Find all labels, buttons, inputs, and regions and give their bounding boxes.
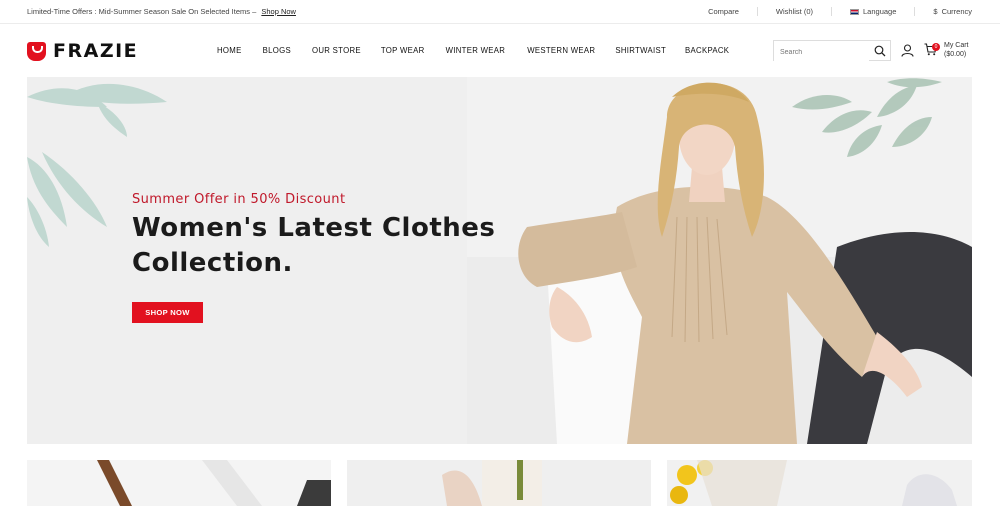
nav-home[interactable]: HOME: [217, 46, 242, 55]
hero-content: Summer Offer in 50% Discount Women's Lat…: [132, 192, 495, 323]
cart-total: ($0.00): [944, 51, 967, 58]
divider: [831, 7, 833, 16]
nav-top-wear[interactable]: TOP WEAR: [381, 46, 425, 55]
hero-banner: Summer Offer in 50% Discount Women's Lat…: [27, 77, 972, 444]
promo-bar: Limited-Time Offers : Mid-Summer Season …: [27, 7, 296, 16]
logo[interactable]: FRAZIE: [27, 40, 138, 62]
nav-our-store[interactable]: OUR STORE: [312, 46, 361, 55]
nav-winter-wear[interactable]: WINTER WEAR: [446, 46, 506, 55]
search-icon[interactable]: [874, 45, 886, 57]
shop-now-button[interactable]: SHOP NOW: [132, 302, 203, 323]
currency-label: Currency: [941, 7, 972, 16]
cart-button[interactable]: My Cart ($0.00): [924, 41, 969, 59]
divider: [914, 7, 916, 16]
hero-title-line: Collection.: [132, 248, 293, 278]
language-selector[interactable]: Language: [850, 7, 896, 16]
flowers-product-image: [667, 460, 972, 506]
category-banner[interactable]: [27, 460, 331, 506]
uk-flag-icon: [850, 8, 860, 15]
compare-link[interactable]: Compare: [708, 7, 739, 16]
top-bar: Limited-Time Offers : Mid-Summer Season …: [0, 0, 1000, 24]
model-product-image: [347, 460, 651, 506]
site-header: FRAZIE HOME BLOGS OUR STORE TOP WEAR WINTER …: [0, 25, 1000, 77]
nav-western-wear[interactable]: WESTERN WEAR: [527, 46, 595, 55]
currency-selector[interactable]: $ Currency: [933, 7, 972, 16]
divider: [756, 7, 758, 16]
shopping-bag-logo-icon: [27, 41, 46, 61]
top-links: Compare Wishlist (0) Language $ Currency: [708, 7, 972, 16]
promo-shop-now-link[interactable]: Shop Now: [261, 7, 296, 16]
hero-subtitle: Summer Offer in 50% Discount: [132, 192, 346, 207]
main-navigation: HOME BLOGS OUR STORE TOP WEAR WINTER WEAR WES…: [217, 46, 729, 55]
nav-blogs[interactable]: BLOGS: [263, 46, 291, 55]
user-icon[interactable]: [901, 44, 914, 57]
cart-count-badge: 0: [932, 43, 940, 51]
bag-product-image: [27, 460, 331, 506]
leaf-decoration-right: [792, 78, 942, 157]
nav-shirtwaist[interactable]: SHIRTWAIST: [615, 46, 666, 55]
category-banner[interactable]: [667, 460, 972, 506]
search-box: [773, 40, 891, 62]
category-banner[interactable]: [347, 460, 651, 506]
wishlist-link[interactable]: Wishlist (0): [776, 7, 813, 16]
nav-backpack[interactable]: BACKPACK: [685, 46, 729, 55]
cart-label: My Cart: [944, 42, 969, 49]
brand-name: FRAZIE: [53, 40, 139, 62]
language-label: Language: [863, 7, 897, 16]
dollar-icon: $: [933, 7, 938, 16]
cart-summary: My Cart ($0.00): [944, 41, 969, 59]
search-input[interactable]: [774, 43, 869, 62]
hero-title: Women's Latest Clothes Collection.: [132, 211, 495, 281]
promo-text: Limited-Time Offers : Mid-Summer Season …: [27, 7, 257, 16]
hero-title-line: Women's Latest Clothes: [132, 213, 496, 243]
